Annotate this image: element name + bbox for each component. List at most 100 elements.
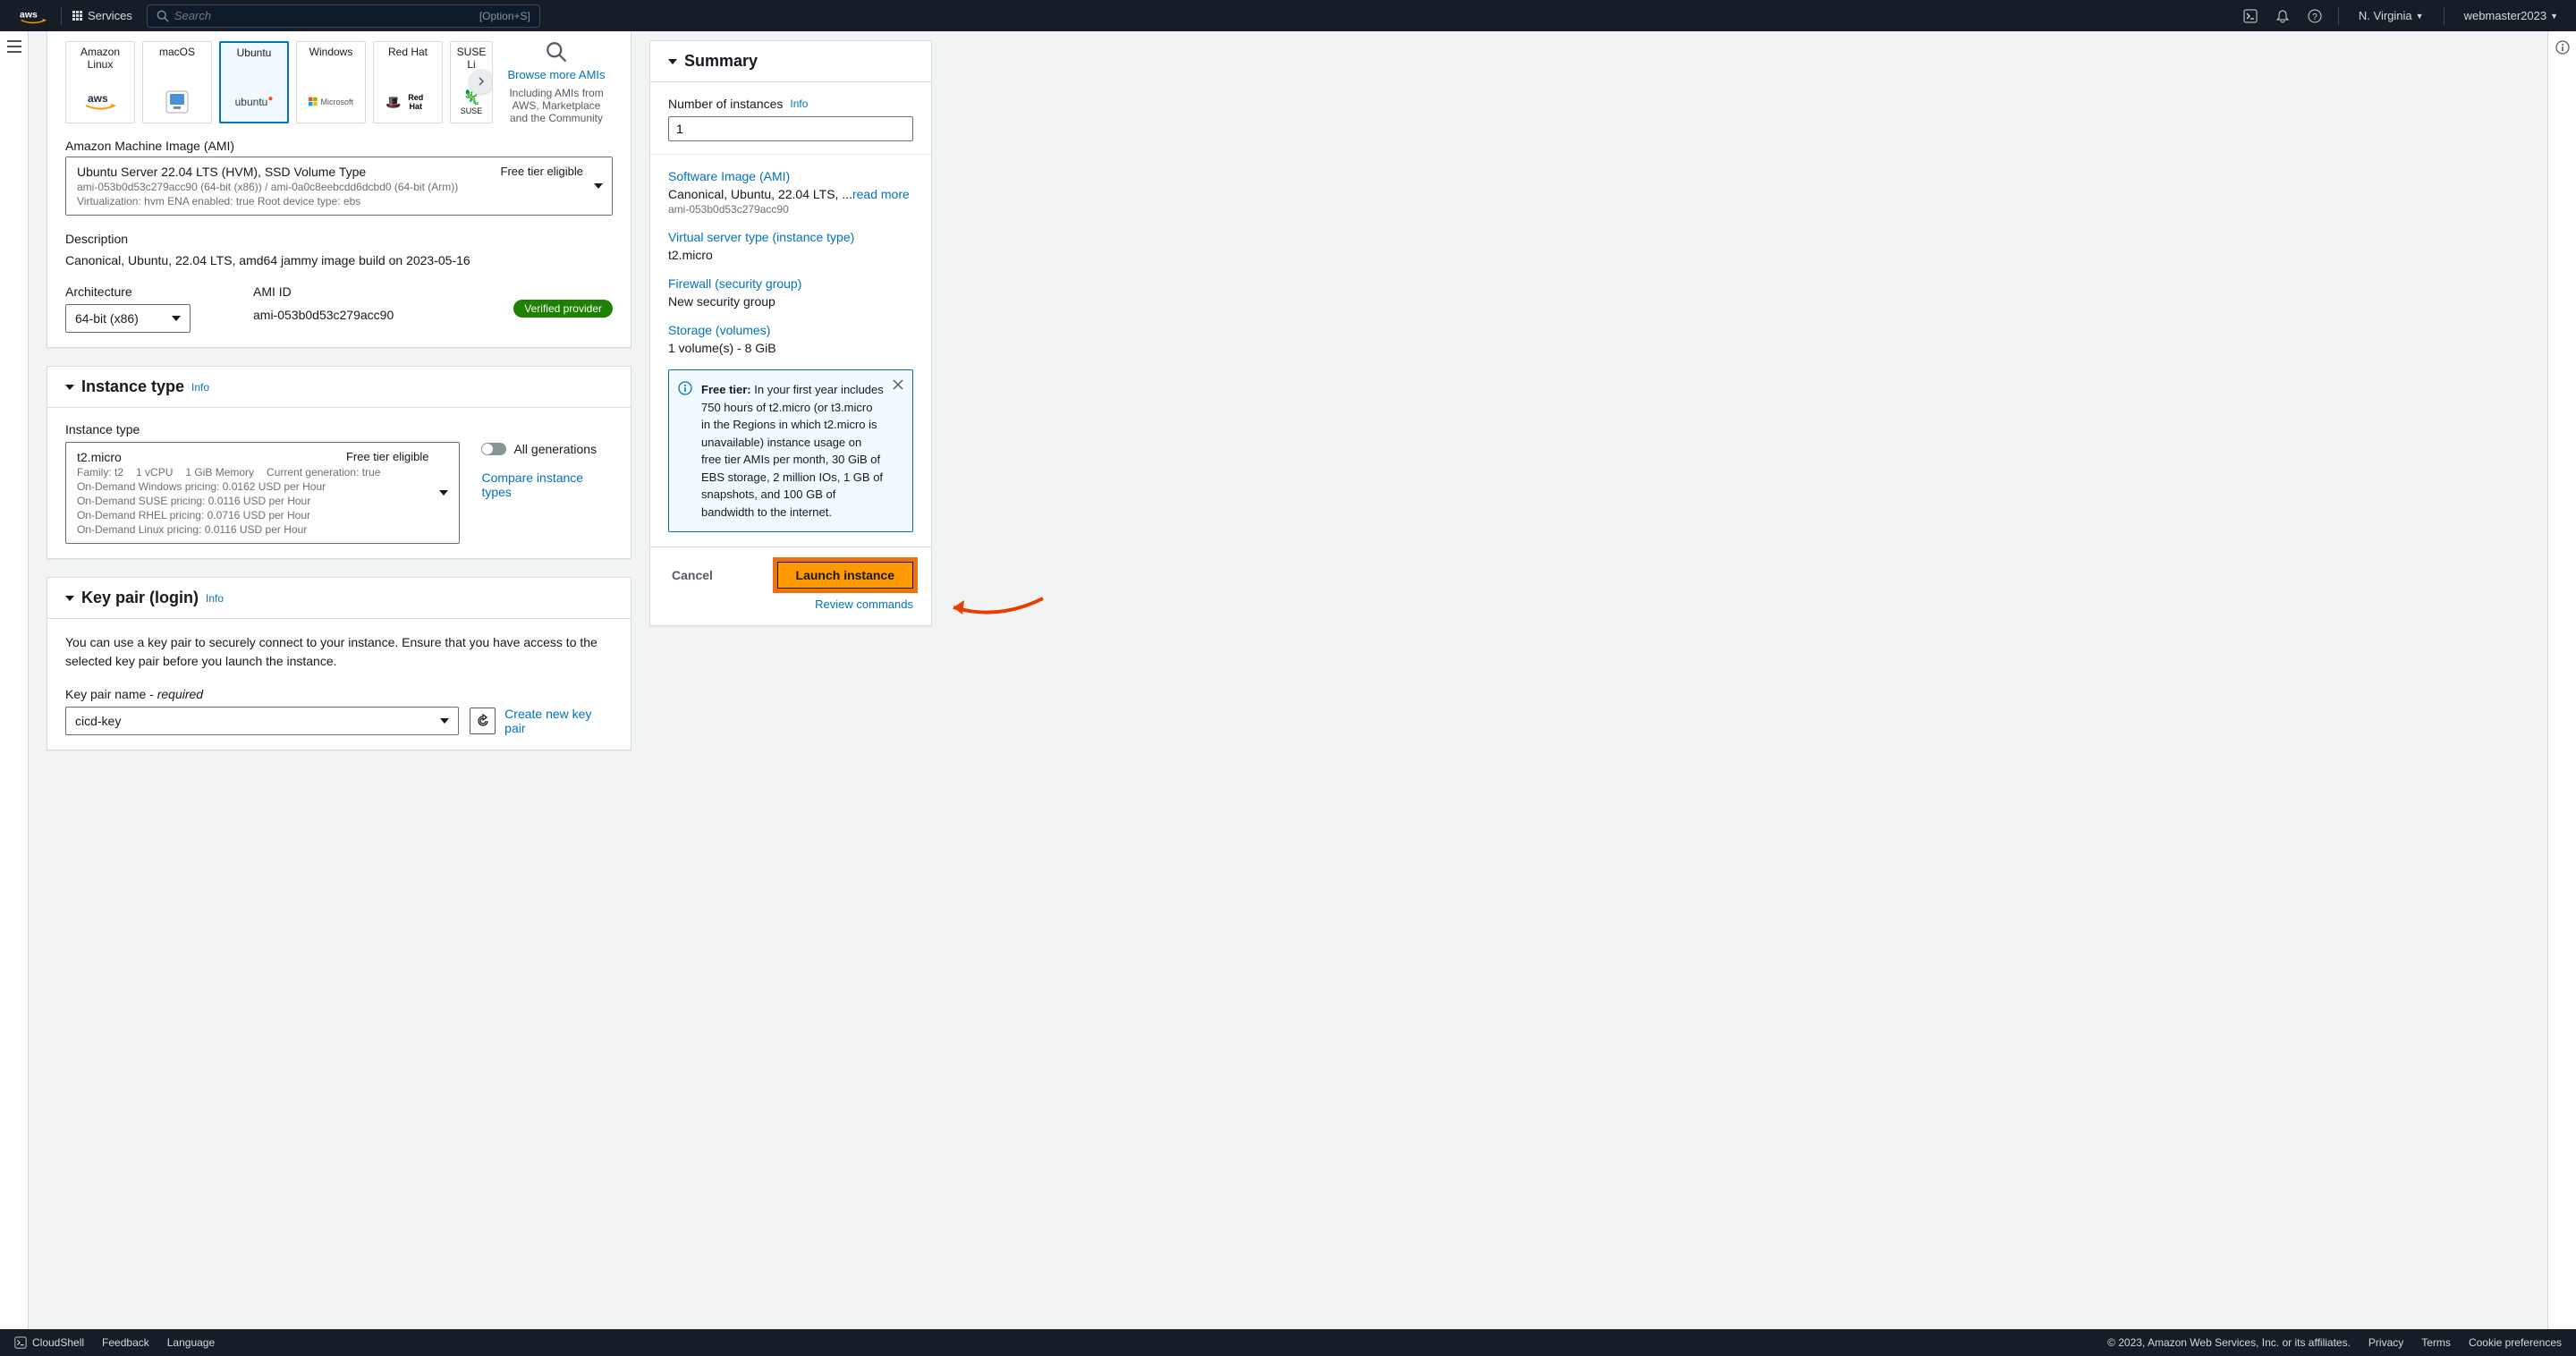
info-panel-toggle[interactable] <box>2555 40 2570 1329</box>
svg-text:aws: aws <box>20 9 38 20</box>
menu-toggle-icon[interactable] <box>7 40 21 1329</box>
terms-link[interactable]: Terms <box>2421 1336 2451 1349</box>
summary-header[interactable]: Summary <box>650 41 931 82</box>
os-label: SUSE Li <box>453 46 490 72</box>
cookie-link[interactable]: Cookie preferences <box>2469 1336 2562 1349</box>
help-icon[interactable]: ? <box>2302 4 2327 29</box>
region-selector[interactable]: N. Virginia ▼ <box>2350 5 2433 26</box>
review-commands-link[interactable]: Review commands <box>815 597 913 611</box>
ami-ids: ami-053b0d53c279acc90 (64-bit (x86)) / a… <box>77 181 601 193</box>
keypair-description: You can use a key pair to securely conne… <box>65 633 613 671</box>
caret-icon <box>65 596 74 601</box>
storage-value: 1 volume(s) - 8 GiB <box>668 341 913 355</box>
notifications-icon[interactable] <box>2270 4 2295 29</box>
launch-instance-button[interactable]: Launch instance <box>777 562 913 589</box>
os-tile-amazon-linux[interactable]: Amazon Linux aws <box>65 41 135 123</box>
os-quickstart-row: Amazon Linux aws macOS Ubuntu ubuntu● <box>65 41 613 124</box>
ami-description: Canonical, Ubuntu, 22.04 LTS, amd64 jamm… <box>65 251 613 270</box>
keypair-header[interactable]: Key pair (login) Info <box>47 578 631 619</box>
account-menu[interactable]: webmaster2023 ▼ <box>2455 5 2567 26</box>
info-link[interactable]: Info <box>790 97 808 110</box>
privacy-link[interactable]: Privacy <box>2368 1336 2403 1349</box>
left-rail <box>0 31 29 1329</box>
ami-panel: Amazon Linux aws macOS Ubuntu ubuntu● <box>47 31 631 348</box>
firewall-link[interactable]: Firewall (security group) <box>668 276 913 291</box>
user-label: webmaster2023 <box>2464 9 2547 22</box>
instance-type-side: All generations Compare instance types <box>481 442 613 544</box>
os-label: Ubuntu <box>237 47 272 59</box>
divider <box>2444 7 2445 25</box>
summary-footer: Cancel Launch instance Review commands <box>650 547 931 625</box>
pricing-line: On-Demand Windows pricing: 0.0162 USD pe… <box>77 480 448 493</box>
chevron-down-icon <box>594 183 603 189</box>
keypair-name-label: Key pair name - required <box>65 687 613 701</box>
aws-logo[interactable]: aws <box>18 8 48 24</box>
search-icon <box>157 10 169 22</box>
free-tier-label: Free tier eligible <box>501 165 584 178</box>
os-tile-redhat[interactable]: Red Hat 🎩Red Hat <box>373 41 443 123</box>
num-instances-input[interactable] <box>668 116 913 141</box>
cloudshell-icon[interactable] <box>2238 4 2263 29</box>
os-tile-macos[interactable]: macOS <box>142 41 212 123</box>
feedback-link[interactable]: Feedback <box>102 1336 149 1349</box>
os-tile-ubuntu[interactable]: Ubuntu ubuntu● <box>219 41 289 123</box>
firewall-value: New security group <box>668 294 913 309</box>
chevron-down-icon <box>440 718 449 724</box>
instance-type-link[interactable]: Virtual server type (instance type) <box>668 230 913 244</box>
architecture-value: 64-bit (x86) <box>75 311 139 326</box>
microsoft-logo-icon: Microsoft <box>309 89 353 115</box>
main-content: Amazon Linux aws macOS Ubuntu ubuntu● <box>29 31 2547 1329</box>
panel-title: Summary <box>684 52 758 71</box>
os-label: Windows <box>309 46 353 58</box>
nav-right: ? N. Virginia ▼ webmaster2023 ▼ <box>2238 4 2567 29</box>
caret-icon <box>668 59 677 64</box>
read-more-link[interactable]: read more <box>852 187 910 201</box>
summary-panel: Summary Number of instances Info Softwar… <box>649 40 932 626</box>
browse-amis-link[interactable]: Browse more AMIs <box>507 68 605 81</box>
instance-type-selector[interactable]: t2.micro Free tier eligible Family: t21 … <box>65 442 460 544</box>
instance-type-header[interactable]: Instance type Info <box>47 367 631 408</box>
free-tier-text: In your first year includes 750 hours of… <box>701 383 884 519</box>
instance-type-label: Instance type <box>65 422 613 436</box>
compare-types-link[interactable]: Compare instance types <box>481 470 583 499</box>
search-box[interactable]: [Option+S] <box>147 4 540 28</box>
config-column: Amazon Linux aws macOS Ubuntu ubuntu● <box>47 31 631 768</box>
instance-type-panel: Instance type Info Instance type t2.micr… <box>47 366 631 559</box>
cloudshell-button[interactable]: CloudShell <box>14 1336 84 1349</box>
info-link[interactable]: Info <box>191 381 209 394</box>
pricing-line: On-Demand Linux pricing: 0.0116 USD per … <box>77 523 448 536</box>
ami-field-label: Amazon Machine Image (AMI) <box>65 139 613 153</box>
annotation-arrow <box>945 589 1052 625</box>
close-icon[interactable] <box>893 379 903 390</box>
ami-meta: Virtualization: hvm ENA enabled: true Ro… <box>77 195 601 208</box>
amiid-label: AMI ID <box>253 284 394 299</box>
storage-link[interactable]: Storage (volumes) <box>668 323 913 337</box>
architecture-selector[interactable]: 64-bit (x86) <box>65 304 191 333</box>
svg-text:aws: aws <box>88 92 108 105</box>
refresh-button[interactable] <box>470 708 496 734</box>
language-link[interactable]: Language <box>167 1336 215 1349</box>
create-keypair-link[interactable]: Create new key pair <box>504 707 613 735</box>
all-generations-toggle[interactable] <box>481 443 506 455</box>
search-input[interactable] <box>174 9 479 22</box>
free-tier-info-box: Free tier: In your first year includes 7… <box>668 369 913 532</box>
search-shortcut: [Option+S] <box>479 10 530 22</box>
top-nav: aws Services [Option+S] ? N. Virginia ▼ … <box>0 0 2576 31</box>
pricing-line: On-Demand SUSE pricing: 0.0116 USD per H… <box>77 495 448 507</box>
keypair-selector[interactable]: cicd-key <box>65 707 459 735</box>
services-label: Services <box>88 9 132 22</box>
software-image-link[interactable]: Software Image (AMI) <box>668 169 913 183</box>
os-tile-suse[interactable]: SUSE Li 🦎SUSE <box>450 41 493 123</box>
redhat-logo-icon: 🎩Red Hat <box>386 89 430 115</box>
os-label: Red Hat <box>388 46 428 58</box>
info-link[interactable]: Info <box>206 592 224 605</box>
os-tile-windows[interactable]: Windows Microsoft <box>296 41 366 123</box>
cancel-button[interactable]: Cancel <box>668 563 716 588</box>
scroll-right-button[interactable] <box>469 69 493 94</box>
software-image-value: Canonical, Ubuntu, 22.04 LTS, ...read mo… <box>668 187 913 201</box>
divider <box>61 7 62 25</box>
ami-selector[interactable]: Ubuntu Server 22.04 LTS (HVM), SSD Volum… <box>65 157 613 216</box>
summary-column: Summary Number of instances Info Softwar… <box>649 31 932 644</box>
region-label: N. Virginia <box>2359 9 2412 22</box>
services-button[interactable]: Services <box>65 5 140 26</box>
